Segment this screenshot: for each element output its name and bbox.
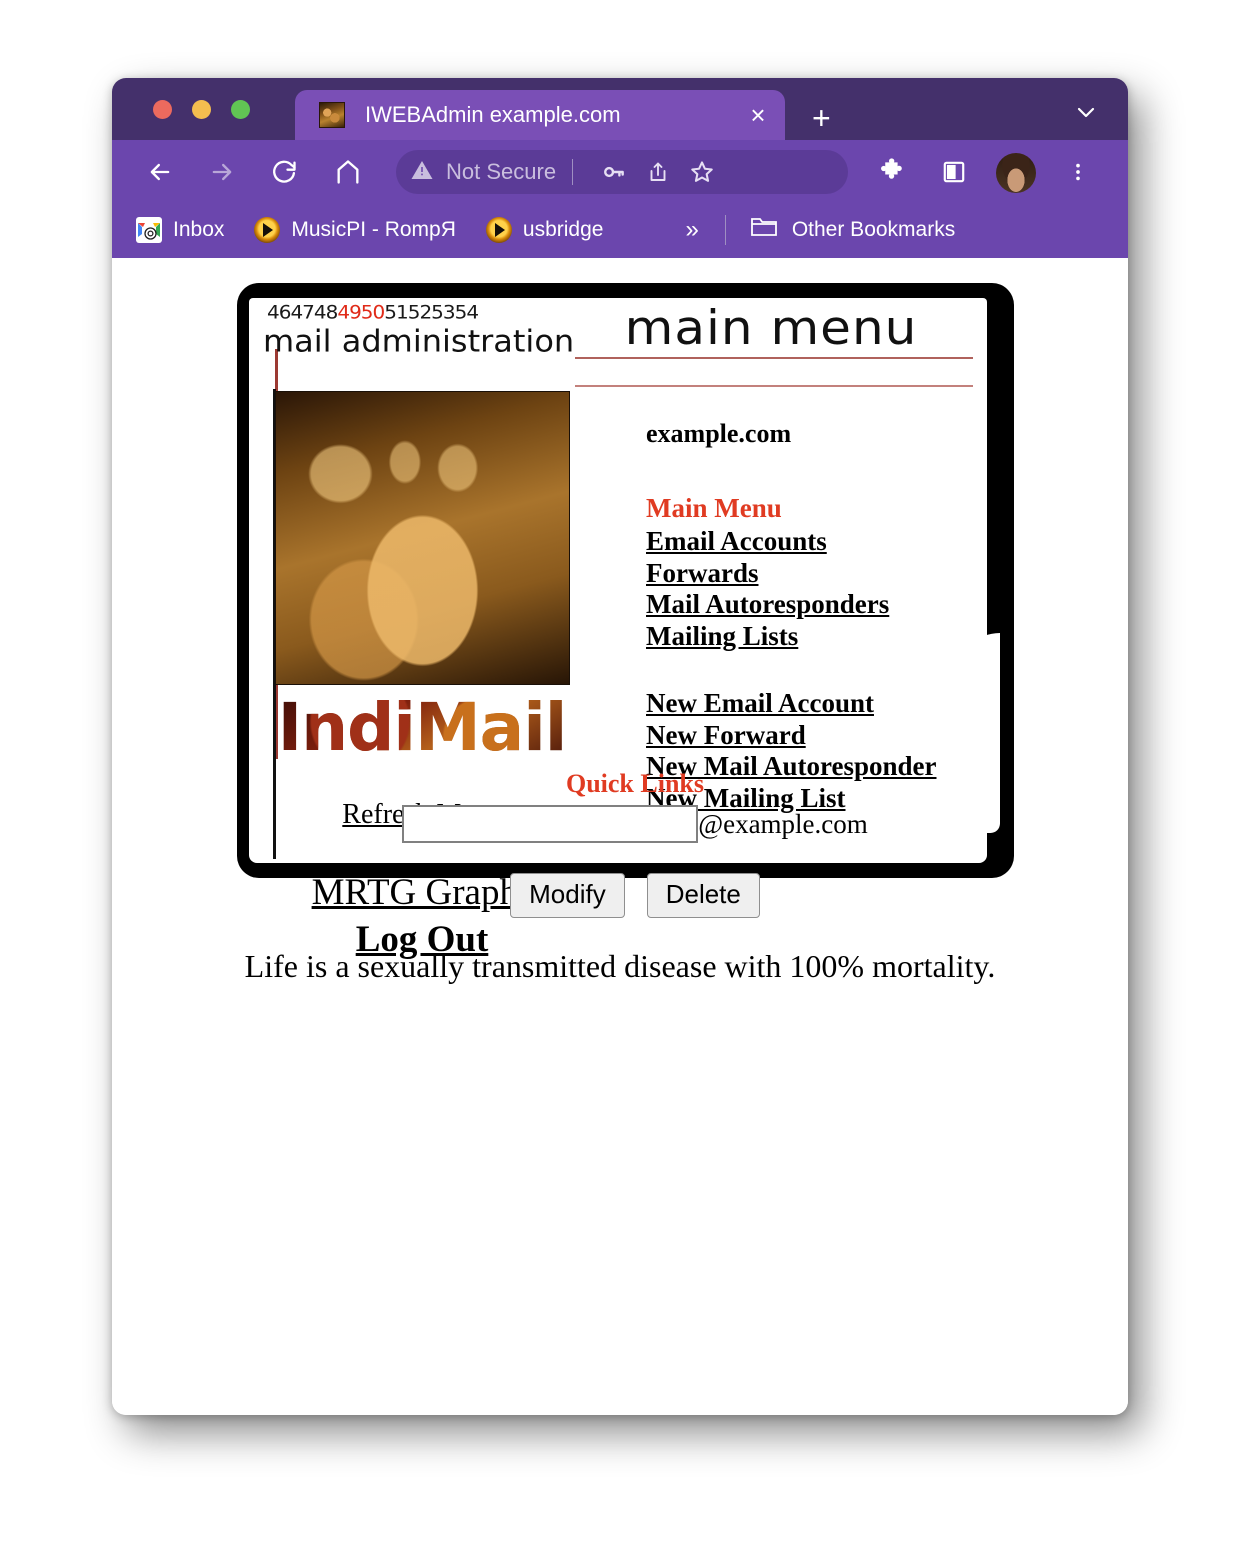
play-icon	[254, 217, 281, 243]
address-bar[interactable]: Not Secure	[396, 150, 848, 194]
right-column: example.com Main Menu Email Accounts For…	[646, 419, 976, 815]
title-bar: IWEBAdmin example.com × +	[112, 78, 1128, 140]
forward-icon[interactable]	[202, 152, 242, 192]
quick-links-row: @example.com	[285, 805, 985, 843]
close-window-button[interactable]	[153, 100, 172, 119]
title-rule-top	[575, 357, 973, 359]
omnibox-divider	[572, 159, 574, 185]
bookmark-label: Inbox	[173, 218, 225, 241]
domain-label: example.com	[646, 419, 792, 448]
share-icon[interactable]	[641, 157, 675, 187]
indus-seal-image	[274, 391, 570, 685]
chevron-down-icon[interactable]	[1074, 100, 1098, 130]
kebab-menu-icon[interactable]	[1058, 152, 1098, 192]
browser-toolbar: Not Secure	[112, 140, 1128, 202]
avatar[interactable]	[996, 153, 1036, 193]
maximize-window-button[interactable]	[231, 100, 250, 119]
folder-icon	[750, 215, 778, 245]
menu-link-mail-autoresponders[interactable]: Mail Autoresponders	[646, 589, 976, 621]
bookmark-inbox[interactable]: Inbox	[136, 217, 224, 243]
minimize-window-button[interactable]	[192, 100, 211, 119]
bookmarks-overflow-button[interactable]: »	[685, 216, 698, 244]
reload-icon[interactable]	[264, 152, 304, 192]
star-icon[interactable]	[685, 157, 719, 187]
quicklink-input[interactable]	[402, 805, 699, 843]
domain-suffix-label: @example.com	[698, 808, 868, 839]
quick-links-section: Quick Links @example.com Modify Delete	[285, 769, 985, 918]
main-menu-heading: Main Menu	[646, 493, 782, 523]
indimail-wordmark: IndiMail	[267, 695, 577, 761]
page-title: main menu	[571, 303, 971, 353]
menu-link-mailing-lists[interactable]: Mailing Lists	[646, 621, 976, 653]
iwebadmin-frame: 464748495051525354 mail administration m…	[237, 283, 1014, 960]
side-panel-icon[interactable]	[934, 152, 974, 192]
menu-link-email-accounts[interactable]: Email Accounts	[646, 526, 976, 558]
new-tab-button[interactable]: +	[812, 102, 831, 134]
play-icon	[485, 217, 512, 243]
page-viewport: 464748495051525354 mail administration m…	[112, 258, 1128, 1415]
title-rule-bottom	[575, 385, 973, 387]
other-bookmarks-button[interactable]: Other Bookmarks	[750, 215, 955, 245]
key-icon[interactable]	[597, 157, 631, 187]
iwebadmin-content: 464748495051525354 mail administration m…	[261, 301, 977, 960]
page-title-text: main menu	[624, 300, 918, 356]
gmail-icon	[136, 217, 162, 243]
menu-spacer	[646, 652, 976, 688]
bookmark-usbridge[interactable]: usbridge	[485, 217, 604, 243]
puzzle-piece-icon[interactable]	[872, 152, 912, 192]
browser-window: IWEBAdmin example.com × + Not Secure Inb…	[112, 78, 1128, 1415]
warning-triangle-icon	[410, 158, 434, 187]
sequence-numbers: 464748495051525354	[267, 301, 479, 324]
quick-links-heading: Quick Links	[565, 769, 704, 798]
bookmarks-bar: Inbox MusicPI - RompЯ usbridge » Other B…	[112, 202, 1128, 258]
modify-button[interactable]: Modify	[510, 873, 625, 918]
close-icon[interactable]: ×	[743, 102, 773, 128]
menu-link-new-email-account[interactable]: New Email Account	[646, 688, 976, 720]
indus-seal-favicon-icon	[319, 102, 345, 128]
back-icon[interactable]	[140, 152, 180, 192]
sequence-suffix: 51525354	[384, 301, 479, 324]
quick-links-buttons: Modify Delete	[285, 873, 985, 918]
mail-administration-subtitle: mail administration	[263, 323, 575, 360]
bookmark-label: usbridge	[522, 218, 604, 241]
bookmark-label: MusicPI - RompЯ	[291, 218, 456, 241]
other-bookmarks-label: Other Bookmarks	[791, 218, 956, 241]
browser-tab[interactable]: IWEBAdmin example.com ×	[295, 90, 785, 140]
menu-link-new-forward[interactable]: New Forward	[646, 720, 976, 752]
page-header: 464748495051525354 mail administration m…	[261, 301, 977, 387]
bookmarks-divider	[724, 215, 726, 245]
page-quote: Life is a sexually transmitted disease w…	[244, 948, 996, 984]
tab-title: IWEBAdmin example.com	[365, 102, 621, 127]
security-status-label: Not Secure	[446, 159, 557, 184]
sequence-highlight: 4950	[337, 301, 385, 324]
delete-button[interactable]: Delete	[646, 873, 760, 918]
home-icon[interactable]	[328, 152, 368, 192]
sequence-prefix: 464748	[267, 301, 338, 324]
menu-link-forwards[interactable]: Forwards	[646, 558, 976, 590]
window-controls	[153, 100, 250, 119]
bookmark-musicpi-rompr[interactable]: MusicPI - RompЯ	[254, 217, 456, 243]
